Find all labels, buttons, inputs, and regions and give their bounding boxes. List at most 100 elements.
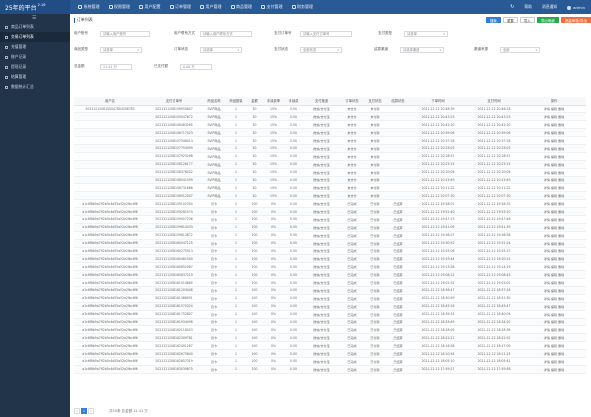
sidebar-item[interactable]: 提现记录 [0,62,70,72]
refresh-icon[interactable]: ↻ [510,4,514,10]
cell-actions[interactable]: 详情 编辑 删除 [522,310,586,319]
cell-actions[interactable]: 详情 编辑 删除 [522,247,586,256]
topnav-item[interactable]: 用户管理 [200,4,222,10]
cell-actions[interactable]: 详情 编辑 删除 [522,112,586,122]
cell-actions[interactable]: 详情 编辑 删除 [522,120,586,130]
search-button[interactable]: 搜索 [485,17,501,23]
user-menu[interactable]: admin [567,5,585,10]
filter-select[interactable]: 请选择 [404,30,448,37]
cell-actions[interactable]: 详情 编辑 删除 [522,152,586,161]
cell-actions[interactable]: 详情 编辑 删除 [522,357,586,366]
cell-actions[interactable]: 详情 编辑 删除 [522,365,586,374]
cell-actions[interactable]: 详情 编辑 删除 [522,286,586,295]
cell-actions[interactable]: 详情 编辑 删除 [522,262,586,272]
table-row[interactable]: a1c6f8b9a7ff2b5c4d55a52e2fbc6f6 202112120… [74,294,586,303]
table-row[interactable]: a1c6f8b9a7ff2b5c4d55a52e2fbc6f6 202112120… [74,231,586,240]
cell-actions[interactable]: 详情 编辑 删除 [522,278,586,287]
topnav-item[interactable]: 财务管理 [291,4,313,10]
cell-actions[interactable]: 详情 编辑 删除 [522,325,586,335]
cell-actions[interactable]: 详情 编辑 删除 [522,318,586,327]
cell-actions[interactable]: 详情 编辑 删除 [522,239,586,248]
cell-actions[interactable]: 详情 编辑 删除 [522,215,586,224]
help-link[interactable]: 帮助 [524,4,532,10]
table-row[interactable]: a1c6f8b9a7ff2b5c4d55a52e2fbc6f6 202112120… [74,270,586,280]
cell-actions[interactable]: 详情 编辑 删除 [522,223,586,232]
topnav-item[interactable]: 系统管理 [78,4,100,10]
table-row[interactable]: 2021121208156717423 SVIP商品 1 50 15% 0.00 微信/支付… [74,128,586,138]
cell-actions[interactable]: 详情 编辑 删除 [522,168,586,177]
sidebar-toggle-icon[interactable]: ☰ [0,14,70,22]
table-row[interactable]: 2021121208155047672 SVIP商品 1 50 15% 0.00 微信/支付… [74,112,586,122]
table-row[interactable]: 2021121208158731866 SVIP商品 1 50 15% 0.00 微信/支付… [74,183,586,193]
filter-select[interactable]: 请选择 [200,46,242,53]
table-row[interactable]: 2021121208158126177 SVIP商品 1 50 15% 0.00 微信/支付… [74,160,586,169]
cell-actions[interactable]: 详情 编辑 删除 [522,136,586,145]
table-row[interactable]: a1c6f8b9a7ff2b5c4d55a52e2fbc6f6 202112120… [74,286,586,295]
cell-actions[interactable]: 详情 编辑 删除 [522,302,586,311]
table-row[interactable]: a1c6f8b9a7ff2b5c4d55a52e2fbc6f6 202112120… [74,247,586,256]
table-row[interactable]: a1c6f8b9a7ff2b5c4d55a52e2fbc6f6 202112120… [74,278,586,287]
cell-actions[interactable]: 详情 编辑 删除 [522,144,586,153]
cell-actions[interactable]: 详情 编辑 删除 [522,199,586,209]
cell-actions[interactable]: 详情 编辑 删除 [522,160,586,169]
cell-actions[interactable]: 详情 编辑 删除 [522,231,586,240]
table-row[interactable]: a1c6f8b9a7ff2b5c4d55a52e2fbc6f6 202112120… [74,302,586,311]
table-row[interactable]: 2021121208155047804306763 202112120815695… [74,105,586,114]
filter-select[interactable]: 请选择渠道 [400,46,444,53]
cell-actions[interactable]: 详情 编辑 删除 [522,207,586,216]
export-button[interactable]: 导出明细 [536,17,559,23]
cell-actions[interactable]: 详情 编辑 删除 [522,105,586,114]
sidebar-item[interactable]: 交易订单列表 [0,32,70,42]
table-row[interactable]: a1c6f8b9a7ff2b5c4d55a52e2fbc6f6 202112120… [74,310,586,319]
table-row[interactable]: 2021121208156483265 SVIP商品 1 50 15% 0.00 微信/支付… [74,120,586,130]
table-row[interactable]: a1c6f8b9a7ff2b5c4d55a52e2fbc6f6 202112120… [74,349,586,358]
filter-input[interactable]: 请输入支付订单号 [300,30,352,37]
table-row[interactable]: 2021121208157548413 SVIP商品 1 50 15% 0.00 微信/支付… [74,136,586,145]
cell-actions[interactable]: 详情 编辑 删除 [522,294,586,303]
topnav-item[interactable]: 用户配置 [139,4,161,10]
table-row[interactable]: a1c6f8b9a7ff2b5c4d55a52e2fbc6f6 202112120… [74,357,586,366]
topnav-item[interactable]: 订单管理 [169,4,191,10]
table-row[interactable]: a1c6f8b9a7ff2b5c4d55a52e2fbc6f6 202112120… [74,207,586,216]
table-row[interactable]: a1c6f8b9a7ff2b5c4d55a52e2fbc6f6 202112120… [74,325,586,335]
reset-button[interactable]: 重置 [502,17,518,23]
table-row[interactable]: 2021121208158541099 SVIP商品 1 50 15% 0.00 微信/支付… [74,176,586,185]
filter-select[interactable]: 全部 [500,46,540,53]
table-row[interactable]: a1c6f8b9a7ff2b5c4d55a52e2fbc6f6 202112120… [74,239,586,248]
table-row[interactable]: a1c6f8b9a7ff2b5c4d55a52e2fbc6f6 202112120… [74,215,586,224]
sidebar-item[interactable]: 账户记录 [0,52,70,62]
topnav-item[interactable]: 商品管理 [230,4,252,10]
filter-select[interactable]: 全部状态 [300,46,342,53]
filter-select[interactable]: 请选择 [100,46,142,53]
cell-actions[interactable]: 详情 编辑 删除 [522,254,586,264]
table-row[interactable]: 2021121208158376402 SVIP商品 1 50 15% 0.00 微信/支付… [74,168,586,177]
table-row[interactable]: a1c6f8b9a7ff2b5c4d55a52e2fbc6f6 202112120… [74,254,586,264]
cell-actions[interactable]: 详情 编辑 删除 [522,183,586,193]
cell-actions[interactable]: 详情 编辑 删除 [522,349,586,358]
app-title[interactable]: 25年的平台 2.16 [0,0,70,14]
page-1-button[interactable]: 1 [81,408,87,414]
cell-actions[interactable]: 详情 编辑 删除 [522,270,586,280]
table-row[interactable]: 2021121208158912047 SVIP商品 1 50 15% 0.00 微信/支付… [74,191,586,201]
table-row[interactable]: a1c6f8b9a7ff2b5c4d55a52e2fbc6f6 202112120… [74,223,586,232]
cell-actions[interactable]: 详情 编辑 删除 [522,333,586,343]
table-row[interactable]: a1c6f8b9a7ff2b5c4d55a52e2fbc6f6 202112120… [74,333,586,343]
cell-actions[interactable]: 详情 编辑 删除 [522,341,586,351]
import-button[interactable]: 导入 [519,17,535,23]
cell-actions[interactable]: 详情 编辑 删除 [522,176,586,185]
sidebar-item[interactable]: 结算管理 [0,72,70,82]
table-row[interactable]: a1c6f8b9a7ff2b5c4d55a52e2fbc6f6 202112120… [74,318,586,327]
table-row[interactable]: a1c6f8b9a7ff2b5c4d55a52e2fbc6f6 202112120… [74,365,586,374]
prev-page-button[interactable]: ‹ [74,408,80,414]
table-row[interactable]: a1c6f8b9a7ff2b5c4d55a52e2fbc6f6 202112120… [74,262,586,272]
cell-actions[interactable]: 详情 编辑 删除 [522,128,586,138]
messages-link[interactable]: 消息通知 [542,4,557,10]
table-row[interactable]: a1c6f8b9a7ff2b5c4d55a52e2fbc6f6 202112120… [74,199,586,209]
sidebar-item[interactable]: 商品订单列表 [0,22,70,32]
sidebar-item[interactable]: 数据统计汇总 [0,82,70,92]
table-row[interactable]: 2021121208157754009 SVIP商品 1 50 15% 0.00 微信/支付… [74,144,586,153]
topnav-item[interactable]: 支付管理 [261,4,283,10]
filter-input[interactable]: 请输入用户账号 [100,30,150,37]
next-page-button[interactable]: › [88,408,94,414]
cell-actions[interactable]: 详情 编辑 删除 [522,191,586,201]
